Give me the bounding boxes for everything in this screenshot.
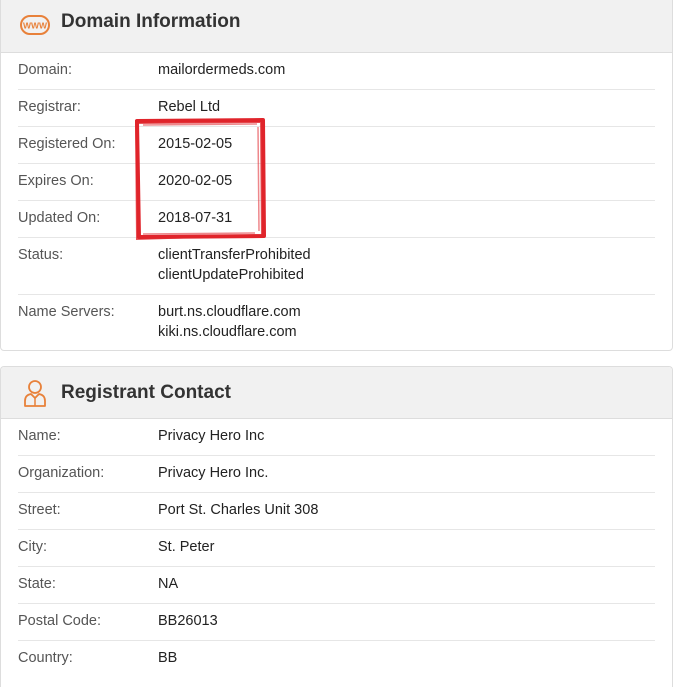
name-server-value: burt.ns.cloudflare.com [158, 304, 301, 320]
row-label: Country: [18, 650, 73, 666]
www-icon: WWW [20, 15, 50, 35]
registrar-value: Rebel Ltd [158, 99, 221, 115]
row-label: Registrar: [18, 99, 81, 115]
expires-on-value: 2020-02-05 [158, 173, 233, 189]
row-country: Country: BB [18, 641, 655, 678]
domain-information-header: WWW Domain Information [1, 0, 672, 53]
organization-value: Privacy Hero Inc. [158, 465, 269, 481]
row-status: Status: clientTransferProhibited clientU… [18, 238, 655, 295]
row-value: 2020-02-05 [158, 171, 232, 191]
row-label: Status: [18, 247, 64, 263]
registrant-contact-rows: Name: Privacy Hero Inc Organization: Pri… [1, 419, 672, 678]
domain-information-title: Domain Information [61, 11, 241, 32]
row-expires-on: Expires On: 2020-02-05 [18, 164, 655, 201]
svg-text:WWW: WWW [23, 21, 48, 31]
row-value: burt.ns.cloudflare.com kiki.ns.cloudflar… [158, 302, 301, 342]
status-value: clientUpdateProhibited [158, 267, 304, 283]
domain-information-panel: WWW Domain Information Domain: mailorder… [0, 0, 673, 351]
row-label: City: [18, 539, 47, 555]
row-value: Port St. Charles Unit 308 [158, 500, 318, 520]
domain-information-rows: Domain: mailordermeds.com Registrar: Reb… [1, 53, 672, 350]
postal-code-value: BB26013 [158, 613, 218, 629]
row-label: Street: [18, 502, 61, 518]
updated-on-value: 2018-07-31 [158, 210, 233, 226]
registered-on-value: 2015-02-05 [158, 136, 233, 152]
country-value: BB [158, 650, 178, 666]
row-state: State: NA [18, 567, 655, 604]
name-value: Privacy Hero Inc [158, 428, 265, 444]
city-value: St. Peter [158, 539, 215, 555]
row-name-servers: Name Servers: burt.ns.cloudflare.com kik… [18, 295, 655, 350]
row-label: State: [18, 576, 56, 592]
row-registrar: Registrar: Rebel Ltd [18, 90, 655, 127]
row-value: BB26013 [158, 611, 218, 631]
name-server-value: kiki.ns.cloudflare.com [158, 324, 297, 340]
row-value: NA [158, 574, 178, 594]
row-label: Name: [18, 428, 61, 444]
row-value: BB [158, 648, 177, 668]
row-value: Privacy Hero Inc [158, 426, 264, 446]
street-value: Port St. Charles Unit 308 [158, 502, 319, 518]
row-value: St. Peter [158, 537, 214, 557]
row-label: Updated On: [18, 210, 101, 226]
row-street: Street: Port St. Charles Unit 308 [18, 493, 655, 530]
row-name: Name: Privacy Hero Inc [18, 419, 655, 456]
row-registered-on: Registered On: 2015-02-05 [18, 127, 655, 164]
row-city: City: St. Peter [18, 530, 655, 567]
row-label: Registered On: [18, 136, 116, 152]
row-value: Privacy Hero Inc. [158, 463, 268, 483]
registrant-contact-header: Registrant Contact [1, 367, 672, 419]
row-label: Expires On: [18, 173, 94, 189]
person-icon [24, 380, 46, 407]
row-value: Rebel Ltd [158, 97, 220, 117]
row-value: 2015-02-05 [158, 134, 232, 154]
row-label: Postal Code: [18, 613, 102, 629]
state-value: NA [158, 576, 179, 592]
domain-value: mailordermeds.com [158, 62, 286, 78]
row-postal-code: Postal Code: BB26013 [18, 604, 655, 641]
row-value: 2018-07-31 [158, 208, 232, 228]
row-value: mailordermeds.com [158, 60, 285, 80]
row-label: Organization: [18, 465, 105, 481]
row-updated-on: Updated On: 2018-07-31 [18, 201, 655, 238]
registrant-contact-title: Registrant Contact [61, 382, 231, 403]
row-label: Domain: [18, 62, 72, 78]
row-organization: Organization: Privacy Hero Inc. [18, 456, 655, 493]
registrant-contact-panel: Registrant Contact Name: Privacy Hero In… [0, 366, 673, 687]
status-value: clientTransferProhibited [158, 247, 311, 263]
row-value: clientTransferProhibited clientUpdatePro… [158, 245, 311, 285]
row-label: Name Servers: [18, 304, 115, 320]
row-domain: Domain: mailordermeds.com [18, 53, 655, 90]
whois-page: WWW Domain Information Domain: mailorder… [0, 0, 674, 687]
